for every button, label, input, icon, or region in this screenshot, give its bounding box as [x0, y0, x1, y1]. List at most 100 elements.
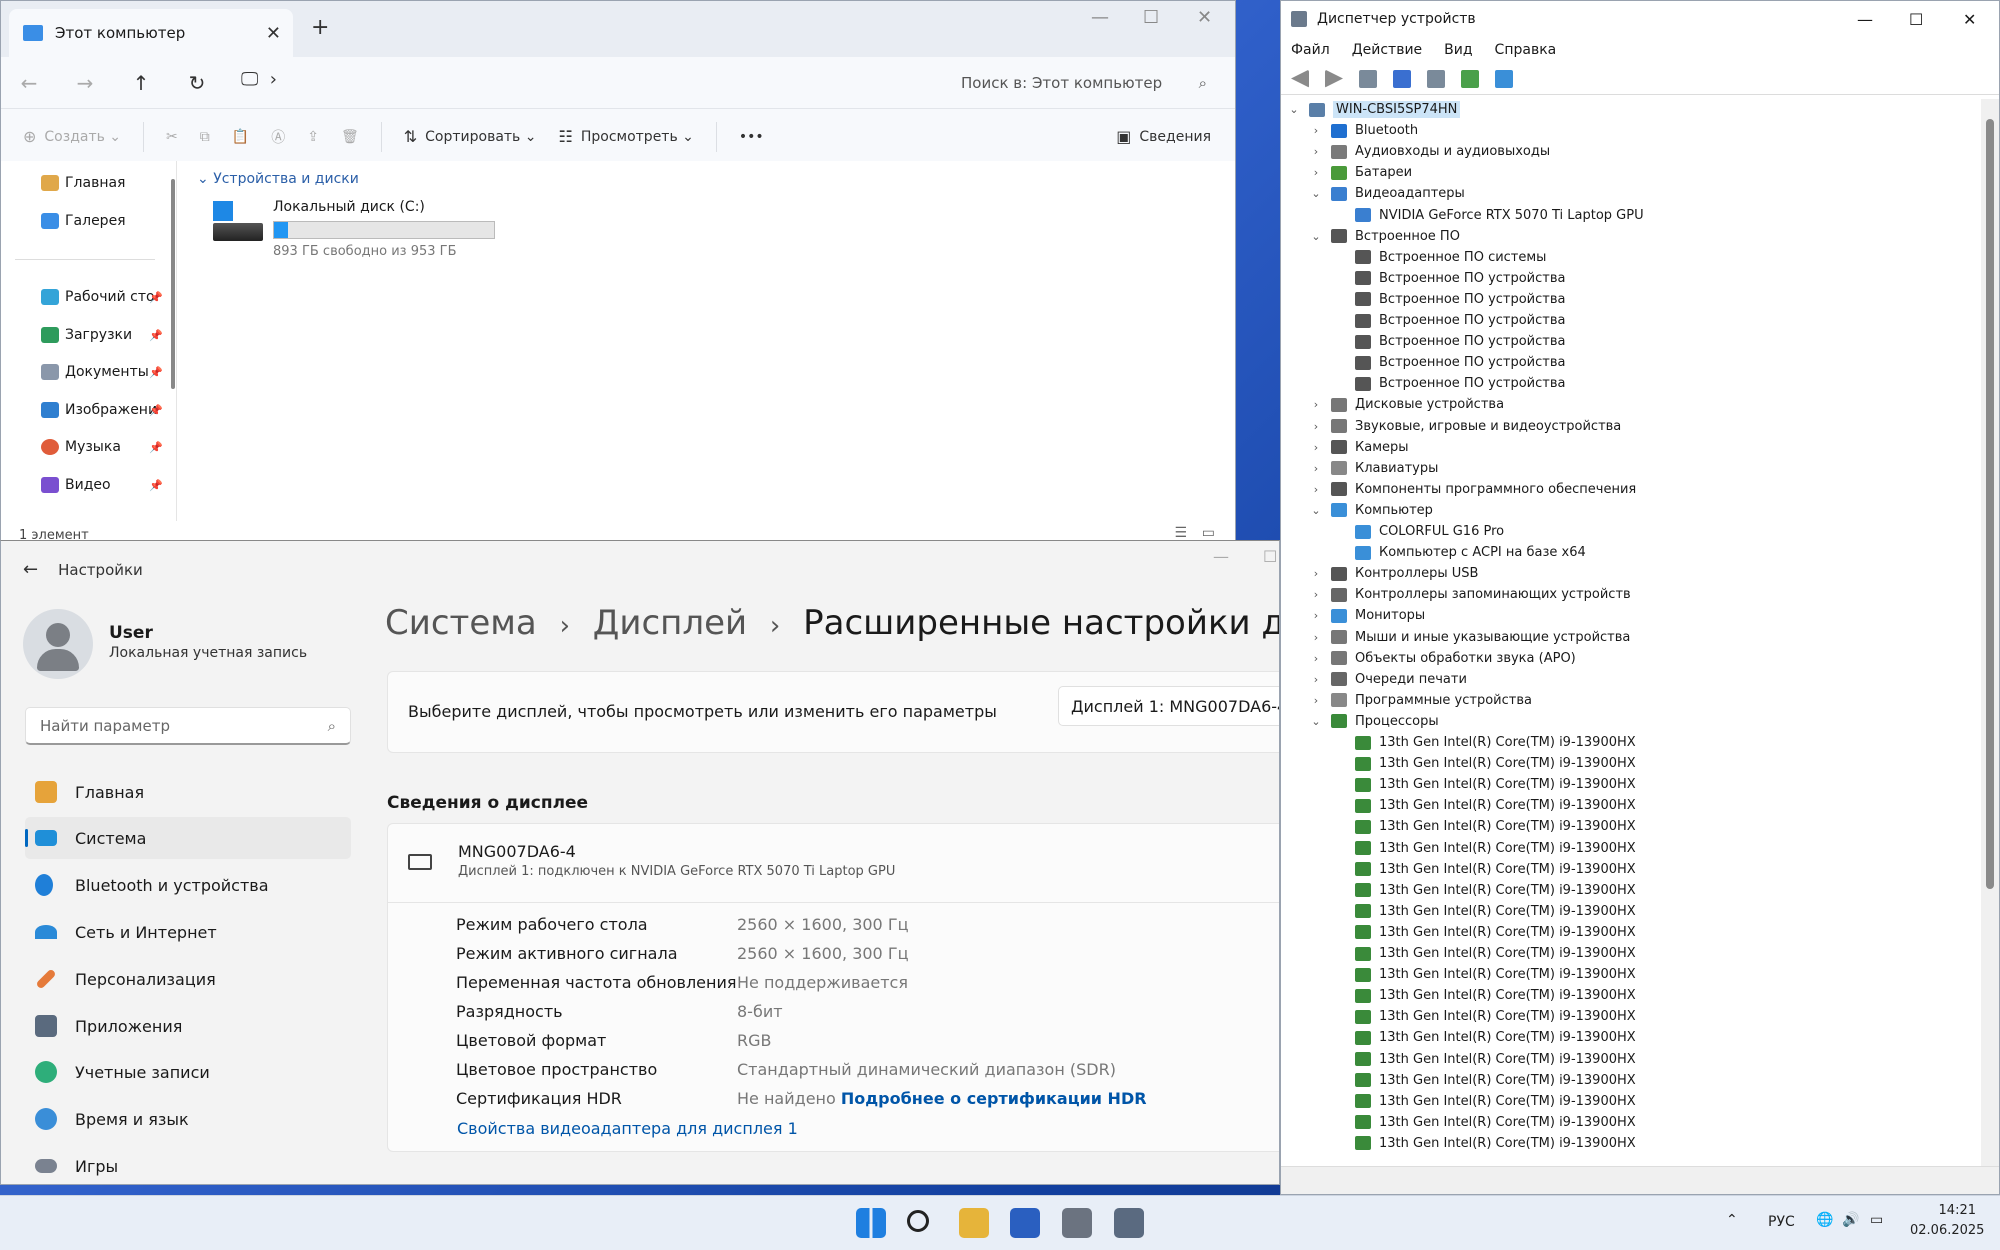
tree-device[interactable]: Встроенное ПО устройства: [1355, 289, 1565, 310]
settings-icon[interactable]: [1062, 1208, 1092, 1238]
tree-device[interactable]: 13th Gen Intel(R) Core(TM) i9-13900HX: [1355, 732, 1636, 753]
explorer-tab[interactable]: Этот компьютер ✕: [9, 9, 293, 57]
tree-category[interactable]: ⌄ Компьютер: [1311, 500, 1433, 521]
devices-section-header[interactable]: ⌄ Устройства и диски: [197, 171, 359, 187]
monitor-icon[interactable]: [1495, 69, 1513, 88]
close-button[interactable]: ✕: [1197, 7, 1212, 28]
clock-time[interactable]: 14:21: [1910, 1203, 1976, 1218]
tree-device[interactable]: 13th Gen Intel(R) Core(TM) i9-13900HX: [1355, 964, 1636, 985]
tree-category[interactable]: › Контроллеры USB: [1314, 563, 1479, 584]
back-arrow-icon[interactable]: ←: [23, 559, 38, 580]
cut-icon[interactable]: ✂: [166, 129, 178, 145]
sidebar-item-gallery[interactable]: Галерея: [41, 213, 126, 229]
tree-device[interactable]: 13th Gen Intel(R) Core(TM) i9-13900HX: [1355, 1112, 1636, 1133]
nav-item-bluetooth[interactable]: Bluetooth и устройства: [25, 864, 351, 906]
sidebar-item-downloads[interactable]: Загрузки 📌: [41, 327, 163, 343]
more-options-button[interactable]: •••: [739, 129, 764, 145]
menu-view[interactable]: Вид: [1444, 42, 1472, 58]
tree-category[interactable]: ⌄ Процессоры: [1311, 711, 1438, 732]
back-icon[interactable]: [1291, 69, 1309, 88]
tree-device[interactable]: Встроенное ПО устройства: [1355, 373, 1565, 394]
help-icon[interactable]: [1393, 69, 1411, 88]
search-icon[interactable]: [907, 1210, 929, 1232]
chevron-right-icon[interactable]: ›: [1309, 145, 1323, 158]
tree-device[interactable]: 13th Gen Intel(R) Core(TM) i9-13900HX: [1355, 795, 1636, 816]
chevron-up-icon[interactable]: ⌃: [1726, 1212, 1738, 1228]
share-icon[interactable]: ⇪: [307, 129, 319, 145]
tree-device[interactable]: Встроенное ПО устройства: [1355, 268, 1565, 289]
tree-device[interactable]: COLORFUL G16 Pro: [1355, 521, 1504, 542]
create-button[interactable]: ⊕ Создать ⌄: [23, 127, 121, 146]
chevron-down-icon[interactable]: ⌄: [1309, 187, 1323, 200]
tree-device[interactable]: Встроенное ПО устройства: [1355, 310, 1565, 331]
explorer-search-input[interactable]: Поиск в: Этот компьютер ⌕: [941, 63, 1221, 103]
sidebar-scrollbar[interactable]: [171, 179, 175, 389]
tree-category[interactable]: › Клавиатуры: [1314, 458, 1439, 479]
scan-hardware-icon[interactable]: [1461, 69, 1479, 88]
nav-item-gaming[interactable]: Игры: [25, 1145, 351, 1184]
tree-device[interactable]: Компьютер с ACPI на базе x64: [1355, 542, 1586, 563]
tree-device[interactable]: Встроенное ПО системы: [1355, 247, 1546, 268]
tree-device[interactable]: 13th Gen Intel(R) Core(TM) i9-13900HX: [1355, 943, 1636, 964]
tree-category[interactable]: ⌄ Видеоадаптеры: [1311, 183, 1464, 204]
adapter-properties-link[interactable]: Свойства видеоадаптера для дисплея 1: [457, 1119, 798, 1138]
tree-device[interactable]: 13th Gen Intel(R) Core(TM) i9-13900HX: [1355, 1006, 1636, 1027]
sidebar-item-documents[interactable]: Документы 📌: [41, 364, 163, 380]
forward-arrow-icon[interactable]: →: [57, 71, 113, 95]
tree-device[interactable]: 13th Gen Intel(R) Core(TM) i9-13900HX: [1355, 985, 1636, 1006]
display-dropdown[interactable]: Дисплей 1: MNG007DA6-4: [1058, 686, 1279, 726]
forward-icon[interactable]: [1325, 69, 1343, 88]
clock-date[interactable]: 02.06.2025: [1910, 1223, 1984, 1238]
tree-category[interactable]: ⌄ Встроенное ПО: [1311, 226, 1460, 247]
chevron-right-icon[interactable]: ›: [1309, 609, 1323, 622]
nav-item-accounts[interactable]: Учетные записи: [25, 1051, 351, 1093]
battery-icon[interactable]: ▭: [1870, 1212, 1883, 1228]
nav-item-apps[interactable]: Приложения: [25, 1005, 351, 1047]
update-driver-icon[interactable]: [1427, 69, 1445, 88]
minimize-button[interactable]: —: [1857, 10, 1873, 29]
tree-category[interactable]: › Батареи: [1314, 162, 1412, 183]
menu-help[interactable]: Справка: [1495, 42, 1557, 58]
tree-category[interactable]: › Объекты обработки звука (APO): [1314, 648, 1576, 669]
tree-category[interactable]: › Программные устройства: [1314, 690, 1532, 711]
chevron-down-icon[interactable]: ⌄: [1309, 504, 1323, 517]
chevron-right-icon[interactable]: ›: [1309, 483, 1323, 496]
chevron-right-icon[interactable]: ›: [1309, 462, 1323, 475]
tree-category[interactable]: › Мониторы: [1314, 605, 1425, 626]
input-language[interactable]: РУС: [1768, 1214, 1795, 1230]
settings-search-input[interactable]: Найти параметр ⌕: [25, 707, 351, 745]
tree-category[interactable]: › Звуковые, игровые и видеоустройства: [1314, 416, 1621, 437]
hdr-info-link[interactable]: Подробнее о сертификации HDR: [841, 1089, 1147, 1108]
rename-icon[interactable]: Ⓐ: [271, 127, 285, 147]
tree-category[interactable]: › Мыши и иные указывающие устройства: [1314, 627, 1631, 648]
tree-device[interactable]: 13th Gen Intel(R) Core(TM) i9-13900HX: [1355, 1091, 1636, 1112]
scrollbar-thumb[interactable]: [1986, 119, 1994, 889]
refresh-icon[interactable]: ↻: [169, 71, 225, 95]
properties-icon[interactable]: [1359, 69, 1377, 88]
nav-item-personalization[interactable]: Персонализация: [25, 958, 351, 1000]
avatar[interactable]: [23, 609, 93, 679]
sidebar-item-home[interactable]: Главная: [41, 175, 125, 191]
breadcrumb-display[interactable]: Дисплей: [593, 603, 747, 643]
tree-category[interactable]: › Bluetooth: [1314, 120, 1418, 141]
back-arrow-icon[interactable]: ←: [1, 71, 57, 95]
chevron-right-icon[interactable]: ›: [1309, 124, 1323, 137]
tree-category[interactable]: › Камеры: [1314, 437, 1409, 458]
tree-device[interactable]: 13th Gen Intel(R) Core(TM) i9-13900HX: [1355, 1070, 1636, 1091]
chevron-right-icon[interactable]: ›: [1309, 441, 1323, 454]
tree-category[interactable]: › Компоненты программного обеспечения: [1314, 479, 1636, 500]
tree-category[interactable]: › Аудиовходы и аудиовыходы: [1314, 141, 1550, 162]
nav-item-home[interactable]: Главная: [25, 771, 351, 813]
details-view-icon[interactable]: ☰: [1174, 525, 1187, 541]
volume-icon[interactable]: 🔊: [1842, 1212, 1859, 1228]
menu-action[interactable]: Действие: [1352, 42, 1422, 58]
sort-button[interactable]: ⇅ Сортировать ⌄: [404, 127, 537, 146]
new-tab-button[interactable]: +: [311, 15, 329, 40]
sidebar-item-music[interactable]: Музыка 📌: [41, 439, 163, 455]
delete-icon[interactable]: 🗑: [341, 129, 359, 145]
chevron-down-icon[interactable]: ⌄: [1287, 103, 1301, 116]
tree-category[interactable]: › Контроллеры запоминающих устройств: [1314, 584, 1631, 605]
tree-device[interactable]: 13th Gen Intel(R) Core(TM) i9-13900HX: [1355, 1133, 1636, 1154]
chevron-right-icon[interactable]: ›: [1309, 694, 1323, 707]
minimize-button[interactable]: —: [1091, 7, 1109, 28]
